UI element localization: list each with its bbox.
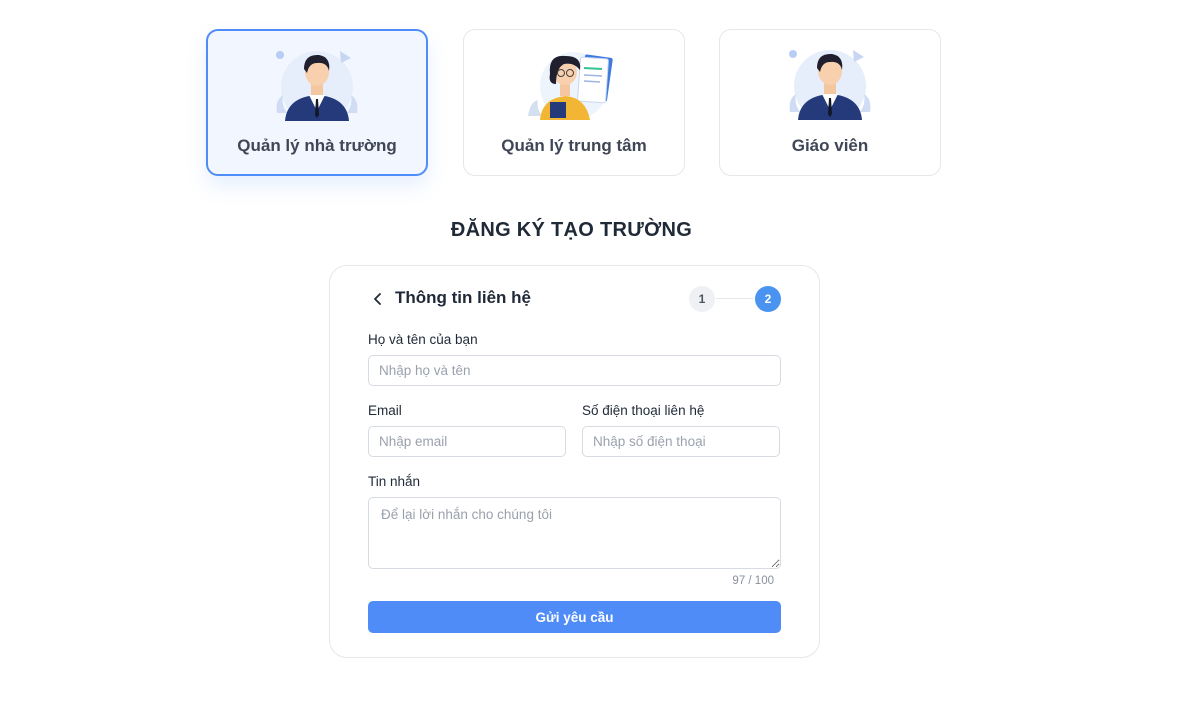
form-heading: Thông tin liên hệ [395, 288, 531, 307]
phone-label: Số điện thoại liên hệ [582, 403, 705, 418]
chevron-left-icon[interactable] [370, 289, 386, 309]
role-card-teacher[interactable]: Giáo viên [719, 29, 941, 176]
businessman-illustration [276, 51, 358, 121]
teacher-with-papers-illustration [528, 52, 613, 120]
step-connector [716, 298, 754, 299]
phone-input[interactable] [582, 426, 780, 457]
message-label: Tin nhắn [368, 474, 421, 489]
role-label: Giáo viên [791, 136, 869, 155]
character-counter: 97 / 100 [732, 575, 774, 587]
step-2-indicator: 2 [755, 286, 781, 312]
page-title: ĐĂNG KÝ TẠO TRƯỜNG [450, 219, 693, 241]
role-card-center-manager[interactable]: Quản lý trung tâm [463, 29, 685, 176]
fullname-input[interactable] [368, 355, 781, 386]
contact-form-card: Thông tin liên hệ 1 2 Họ và tên của bạn … [329, 265, 820, 658]
role-label: Quản lý nhà trường [237, 136, 397, 155]
message-textarea[interactable] [368, 497, 781, 569]
role-card-school-manager[interactable]: Quản lý nhà trường [206, 29, 428, 176]
email-label: Email [368, 403, 402, 418]
fullname-label: Họ và tên của bạn [368, 332, 478, 347]
role-label: Quản lý trung tâm [501, 136, 647, 155]
businessman-illustration [789, 50, 871, 120]
step-1-indicator: 1 [689, 286, 715, 312]
submit-request-button[interactable]: Gửi yêu cầu [368, 601, 781, 633]
email-input[interactable] [368, 426, 566, 457]
